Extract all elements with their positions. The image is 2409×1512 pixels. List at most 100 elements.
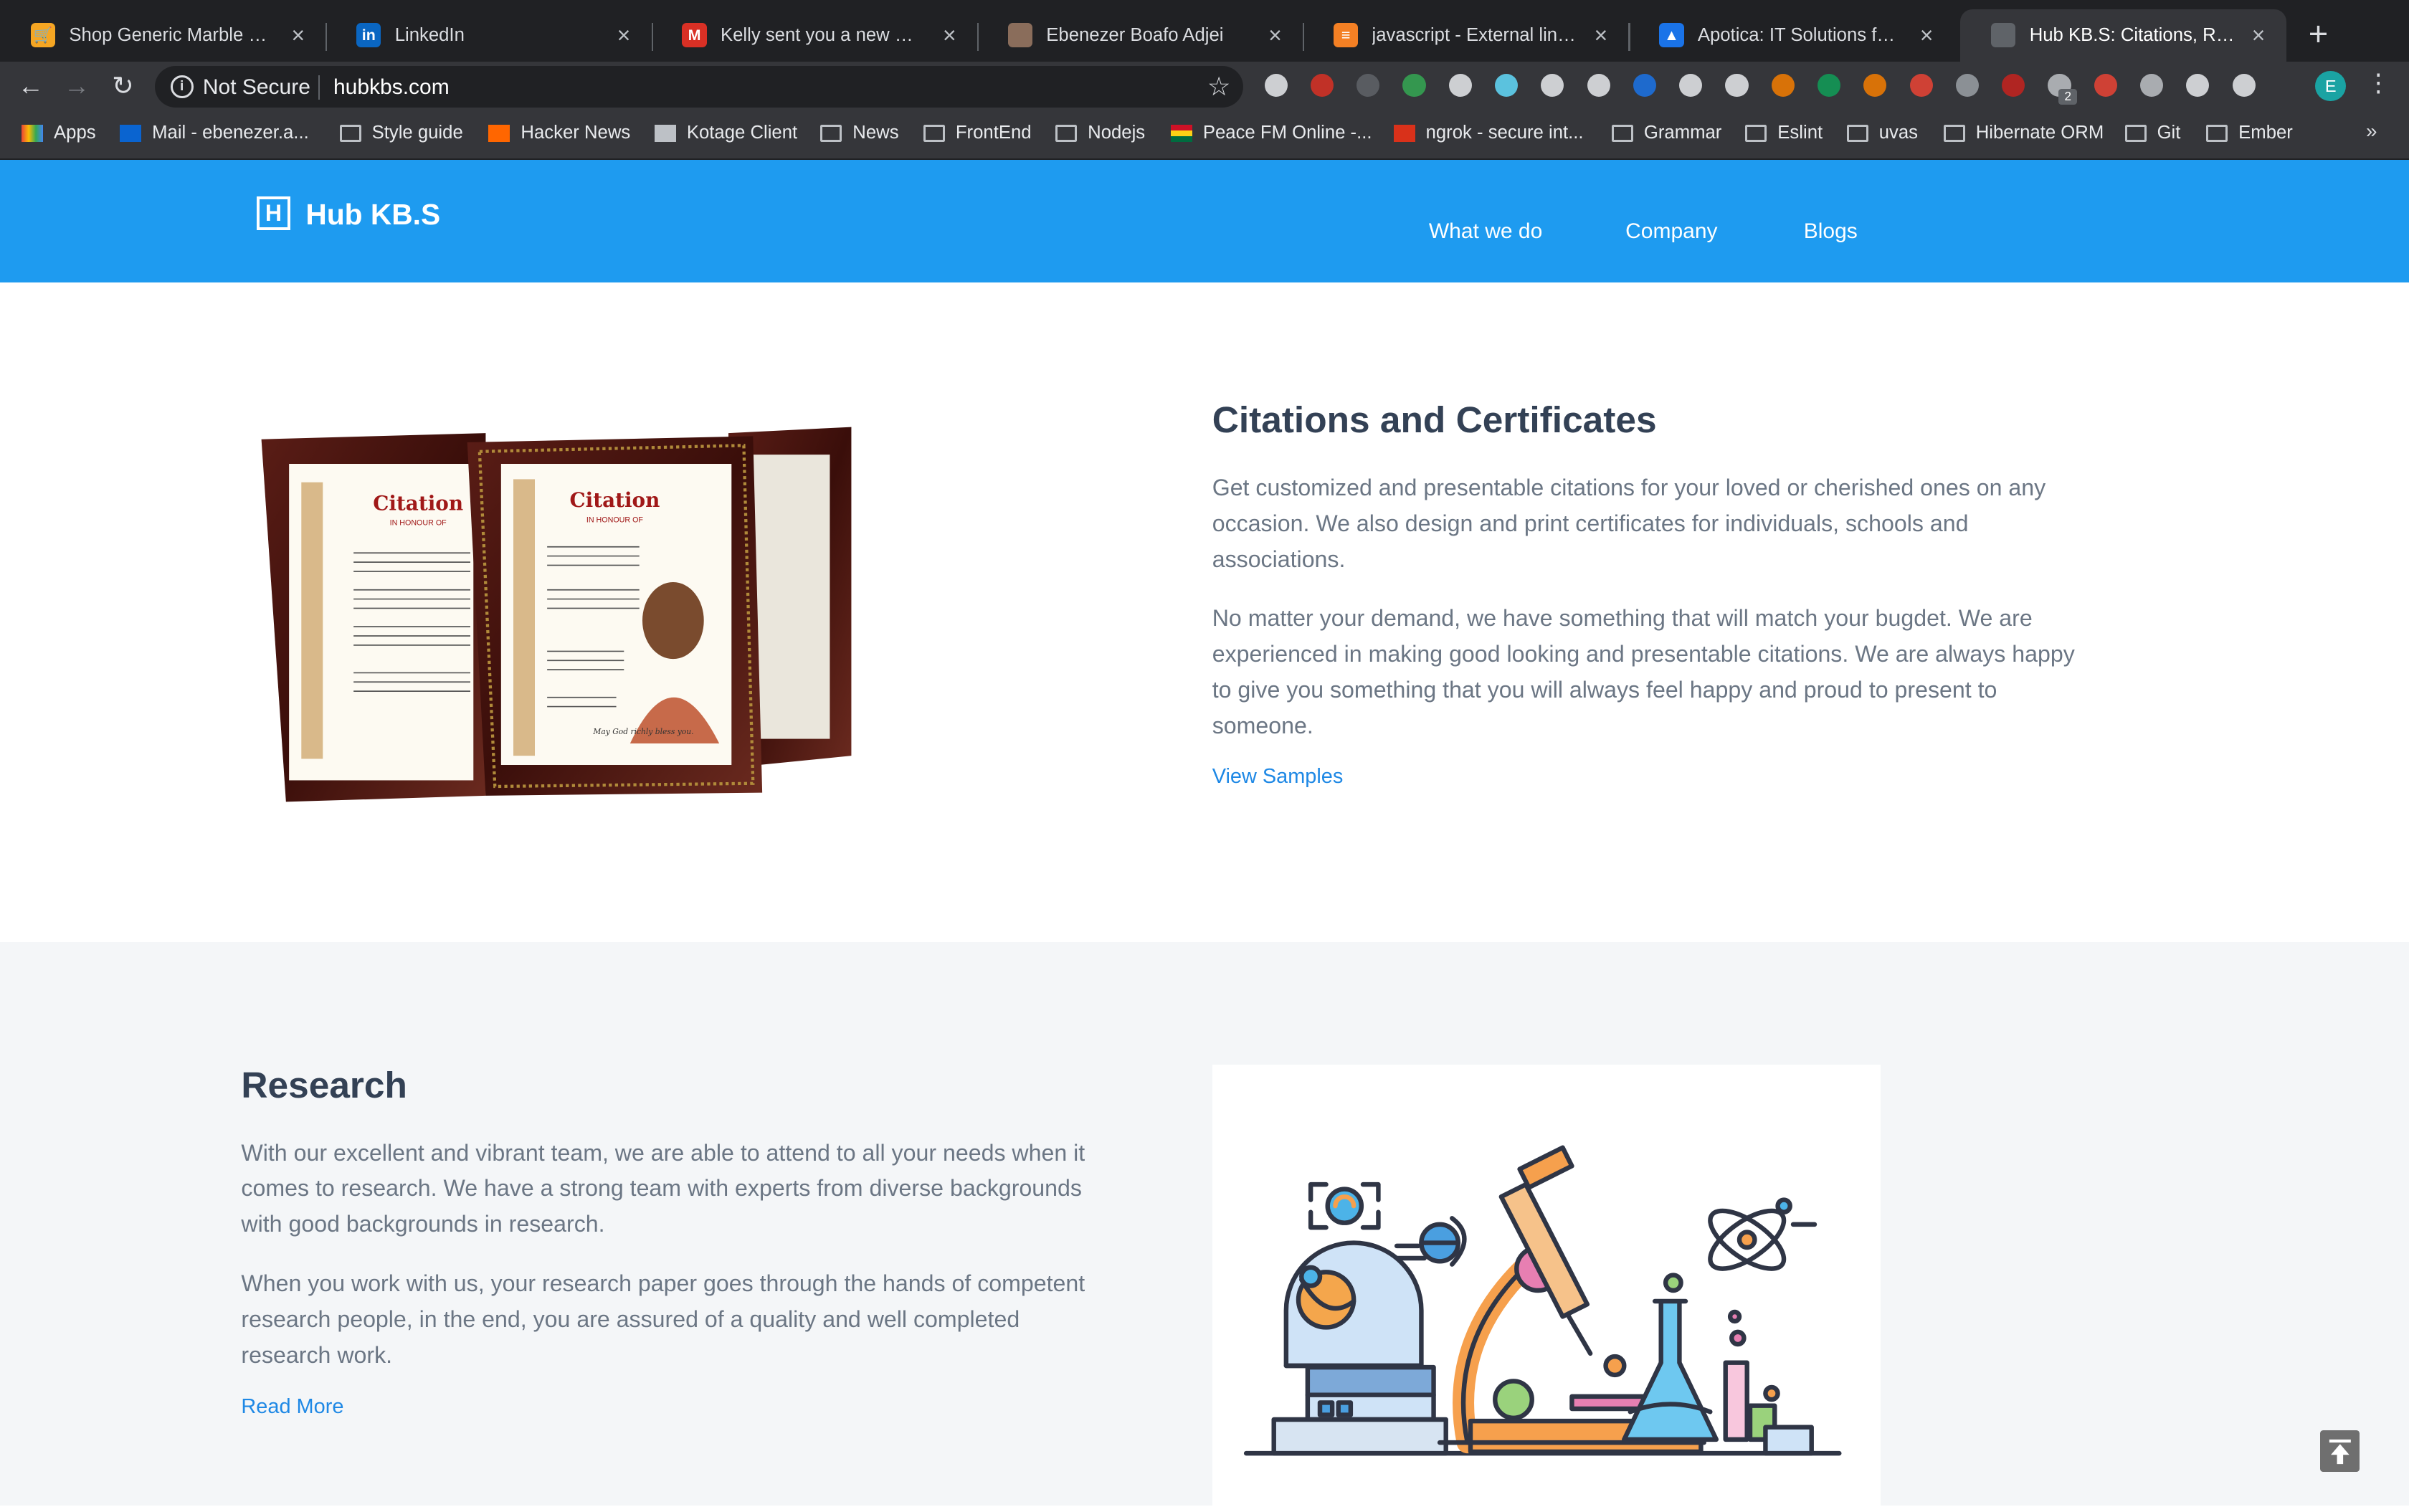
security-label: Not Secure	[202, 75, 310, 99]
tab-close-icon[interactable]: ×	[2246, 22, 2271, 49]
research-illustration-card	[1212, 1065, 1881, 1506]
forward-button[interactable]: →	[58, 67, 95, 104]
extension-icon[interactable]	[1402, 73, 1426, 97]
nav-company[interactable]: Company	[1625, 219, 1717, 244]
browser-tab[interactable]: Ebenezer Boafo Adjei ×	[977, 9, 1303, 62]
bookmark-item[interactable]: Git	[2124, 123, 2180, 143]
citation-subheading-front: IN HONOUR OF	[586, 516, 644, 525]
bookmark-label: Ember	[2238, 123, 2293, 143]
bookmark-item[interactable]: Mail - ebenezer.a...	[120, 123, 309, 143]
browser-tab[interactable]: ≡ javascript - External link is not worki…	[1303, 9, 1628, 62]
folder-icon	[1055, 125, 1078, 142]
folder-icon	[339, 125, 361, 142]
browser-tab[interactable]: 🛒 Shop Generic Marble Matte Finish ×	[0, 9, 326, 62]
extension-icon[interactable]	[1633, 73, 1656, 97]
bookmarks-overflow-button[interactable]: »	[2366, 120, 2377, 143]
tab-close-icon[interactable]: ×	[1263, 22, 1287, 49]
bookmark-item[interactable]: Peace FM Online -...	[1170, 123, 1372, 143]
browser-tab[interactable]: Hub KB.S: Citations, Research ×	[1960, 9, 2286, 62]
tab-favicon-icon	[1991, 23, 2016, 48]
extension-icon[interactable]	[1818, 73, 1841, 97]
tab-title: Shop Generic Marble Matte Finish	[69, 24, 276, 45]
info-icon[interactable]: i	[170, 75, 194, 98]
bookmark-item[interactable]: uvas	[1846, 123, 1918, 143]
outlook-icon	[120, 125, 142, 142]
bookmark-item[interactable]: FrontEnd	[923, 123, 1032, 143]
reload-button[interactable]: ↻	[105, 67, 141, 104]
back-to-top-button[interactable]	[2319, 1430, 2360, 1472]
bookmark-label: Style guide	[371, 123, 463, 143]
citation-heading-left: Citation	[373, 491, 463, 515]
folder-icon	[1745, 125, 1767, 142]
tab-title: javascript - External link is not workin…	[1372, 24, 1579, 45]
folder-icon	[2124, 125, 2147, 142]
extension-icon[interactable]	[2140, 73, 2164, 97]
extension-icon[interactable]	[1863, 73, 1887, 97]
view-samples-link[interactable]: View Samples	[1212, 765, 1344, 789]
nav-what-we-do[interactable]: What we do	[1429, 219, 1542, 244]
extension-icon[interactable]	[1587, 73, 1610, 97]
browser-tab[interactable]: in LinkedIn ×	[326, 9, 651, 62]
address-bar[interactable]: i Not Secure hubkbs.com ☆	[155, 66, 1243, 108]
bookmark-item[interactable]: Eslint	[1745, 123, 1823, 143]
bookmark-star-icon[interactable]: ☆	[1207, 71, 1231, 102]
bookmark-item[interactable]: Hibernate ORM	[1943, 123, 2104, 143]
read-more-link[interactable]: Read More	[241, 1395, 343, 1419]
research-paragraph-2: When you work with us, your research pap…	[241, 1270, 1085, 1368]
extension-icon[interactable]	[2232, 73, 2256, 97]
extension-icon[interactable]	[1541, 73, 1564, 97]
bookmark-label: Mail - ebenezer.a...	[152, 123, 309, 143]
url-text[interactable]: hubkbs.com	[333, 75, 450, 100]
bookmark-item[interactable]: Kotage Client	[654, 123, 797, 143]
tab-close-icon[interactable]: ×	[286, 22, 310, 49]
bookmark-item[interactable]: Apps	[22, 123, 96, 143]
tab-separator	[651, 23, 653, 51]
extension-icon[interactable]	[1356, 73, 1380, 97]
logo-icon[interactable]: H	[256, 196, 290, 231]
tab-strip: 🛒 Shop Generic Marble Matte Finish × in Link…	[0, 0, 2409, 62]
extension-icon[interactable]	[1679, 73, 1703, 97]
research-paragraph-1: With our excellent and vibrant team, we …	[241, 1139, 1085, 1237]
bookmark-item[interactable]: Nodejs	[1055, 123, 1145, 143]
science-lab-illustration	[1243, 1145, 1842, 1456]
extension-icon[interactable]	[1310, 73, 1334, 97]
bookmark-item[interactable]: Ember	[2206, 123, 2293, 143]
extension-icon[interactable]	[1495, 73, 1519, 97]
browser-tab[interactable]: ▲ Apotica: IT Solutions for Business ×	[1628, 9, 1954, 62]
tab-close-icon[interactable]: ×	[937, 22, 961, 49]
folder-icon	[1943, 125, 1965, 142]
browser-tab[interactable]: M Kelly sent you a new message ×	[652, 9, 977, 62]
bookmark-item[interactable]: ngrok - secure int...	[1393, 123, 1584, 143]
tab-title: Ebenezer Boafo Adjei	[1046, 24, 1224, 45]
extension-icon[interactable]	[2094, 73, 2117, 97]
bookmark-item[interactable]: Grammar	[1611, 123, 1721, 143]
bookmark-item[interactable]: Hacker News	[488, 123, 630, 143]
nav-blogs[interactable]: Blogs	[1804, 219, 1858, 244]
extension-icon[interactable]	[1725, 73, 1749, 97]
back-button[interactable]: ←	[12, 67, 49, 104]
extension-icon[interactable]	[1909, 73, 1933, 97]
tab-close-icon[interactable]: ×	[612, 22, 636, 49]
folder-icon	[1611, 125, 1633, 142]
bookmark-label: Eslint	[1777, 123, 1823, 143]
extension-icon[interactable]	[1264, 73, 1288, 97]
brand-name[interactable]: Hub KB.S	[305, 198, 440, 232]
extension-icon[interactable]	[1955, 73, 1979, 97]
profile-avatar[interactable]: E	[2315, 70, 2347, 102]
extension-icon[interactable]	[2186, 73, 2210, 97]
bookmark-item[interactable]: Style guide	[339, 123, 463, 143]
extension-icon[interactable]	[1771, 73, 1795, 97]
tab-close-icon[interactable]: ×	[1914, 22, 1939, 49]
menu-kebab-icon[interactable]: ⋮	[2366, 69, 2390, 98]
bookmark-label: News	[852, 123, 899, 143]
tab-title: Kelly sent you a new message	[720, 24, 928, 45]
tab-close-icon[interactable]: ×	[1589, 22, 1613, 49]
extension-icon[interactable]	[1448, 73, 1472, 97]
folder-icon	[820, 125, 842, 142]
extension-icon[interactable]	[2002, 73, 2025, 97]
tab-separator	[1303, 23, 1305, 51]
tab-separator	[326, 23, 328, 51]
new-tab-button[interactable]: +	[2299, 15, 2339, 55]
bookmark-item[interactable]: News	[820, 123, 899, 143]
citation-frames-image: Citation IN HONOUR OF Citation IN HONOUR…	[261, 427, 852, 802]
